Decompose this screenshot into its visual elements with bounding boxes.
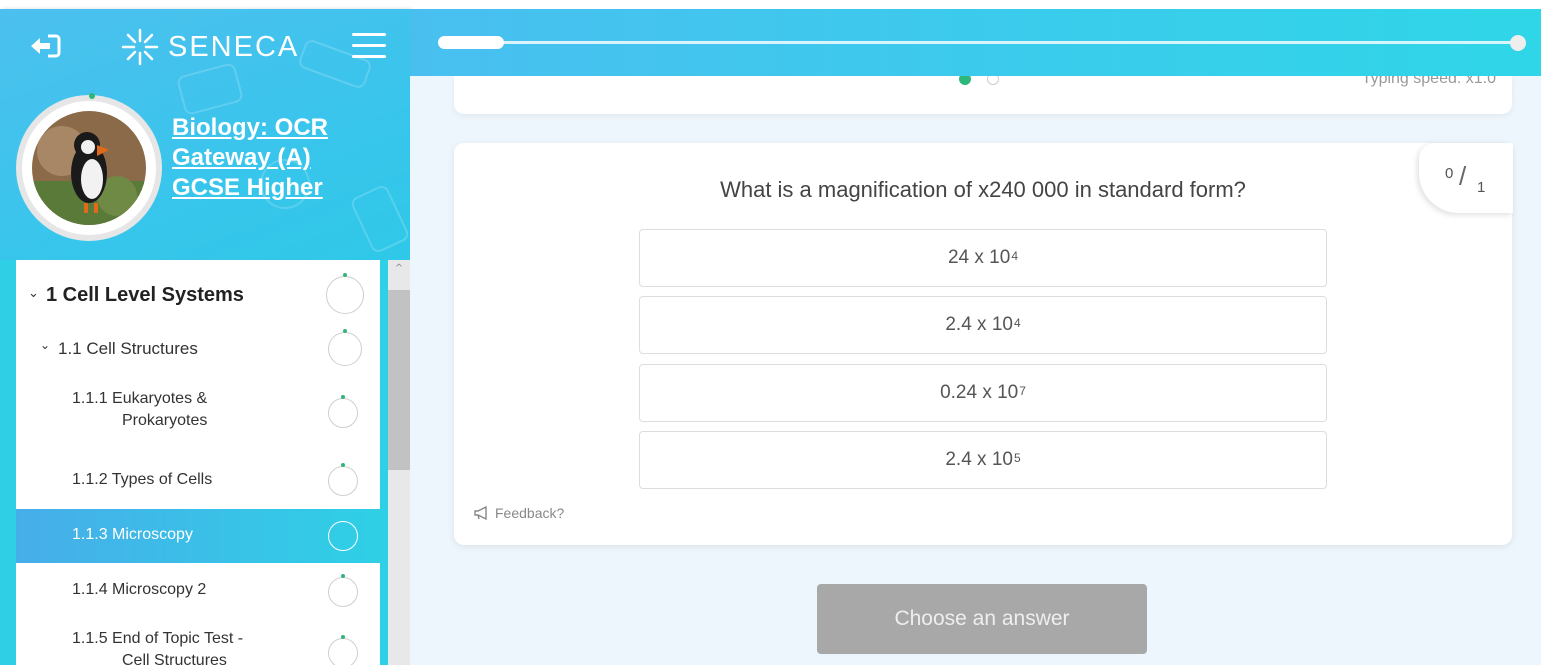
section-label: 1 Cell Level Systems (46, 284, 244, 306)
topic-eukaryotes-prokaryotes[interactable]: 1.1.1 Eukaryotes & Prokaryotes (16, 378, 380, 444)
megaphone-icon (474, 506, 487, 520)
course-avatar (16, 93, 162, 241)
card-pager (959, 76, 999, 85)
section-cell-level-systems[interactable]: ⌄ 1 Cell Level Systems (16, 270, 380, 320)
progress-track (440, 41, 1518, 44)
logo-text: SENECA (168, 30, 300, 63)
session-progress-bar (410, 9, 1541, 76)
sidebar: SENECA Biology: OCR Gateway (A) GCSE Hig… (0, 9, 410, 665)
typing-speed-label[interactable]: Typing speed: x1.0 (1362, 76, 1496, 88)
topic-label: 1.1.3 Microscopy (72, 526, 193, 543)
progress-circle-icon (328, 635, 358, 665)
pager-dot[interactable] (987, 76, 999, 85)
answer-option[interactable]: 2.4 x 10 4 (639, 296, 1327, 354)
background-doodle (175, 61, 245, 117)
sidebar-scrollbar[interactable]: ^ (388, 260, 410, 665)
topic-label: 1.1.1 Eukaryotes & (72, 390, 208, 407)
scrollbar-thumb[interactable] (388, 290, 410, 470)
scroll-up-arrow-icon[interactable]: ^ (393, 263, 405, 275)
progress-circle-icon (328, 521, 358, 551)
exit-button[interactable] (28, 33, 62, 59)
topic-navigation: ⌄ 1 Cell Level Systems ⌄ 1.1 Cell Struct… (0, 260, 410, 665)
answer-option[interactable]: 2.4 x 10 5 (639, 431, 1327, 489)
progress-circle-icon (328, 395, 358, 428)
topic-list: ⌄ 1 Cell Level Systems ⌄ 1.1 Cell Struct… (16, 260, 380, 665)
previous-card: Typing speed: x1.0 (454, 76, 1512, 114)
hamburger-menu-icon (352, 33, 386, 36)
progress-circle-icon (328, 329, 362, 366)
topic-end-of-topic-test[interactable]: 1.1.5 End of Topic Test - Cell Structure… (16, 618, 380, 665)
question-card: 0 / 1 What is a magnification of x240 00… (454, 143, 1513, 545)
progress-circle-icon (326, 273, 364, 314)
topic-label-line2: Prokaryotes (122, 412, 208, 429)
progress-fill (438, 36, 504, 49)
sidebar-header: SENECA Biology: OCR Gateway (A) GCSE Hig… (0, 9, 410, 260)
answer-option[interactable]: 24 x 10 4 (639, 229, 1327, 287)
chevron-down-icon: ⌄ (40, 338, 51, 352)
course-title-link[interactable]: Biology: OCR Gateway (A) GCSE Higher (172, 113, 382, 203)
topic-label-line2: Cell Structures (122, 652, 227, 665)
topic-microscopy-2[interactable]: 1.1.4 Microscopy 2 (16, 565, 380, 615)
back-arrow-icon (31, 34, 61, 58)
chevron-down-icon: ⌄ (28, 286, 39, 301)
topic-label: 1.1.2 Types of Cells (72, 471, 213, 488)
top-strip (0, 0, 1541, 9)
choose-answer-button[interactable]: Choose an answer (817, 584, 1147, 654)
topic-types-of-cells[interactable]: 1.1.2 Types of Cells (16, 456, 380, 506)
feedback-link[interactable]: Feedback? (474, 505, 564, 521)
puffin-image (32, 111, 146, 225)
topic-microscopy-active[interactable]: 1.1.3 Microscopy (16, 509, 380, 563)
progress-circle-icon (328, 463, 358, 496)
main-content: Typing speed: x1.0 0 / 1 What is a magni… (410, 9, 1541, 665)
question-text: What is a magnification of x240 000 in s… (720, 177, 1246, 202)
pager-dot-active[interactable] (959, 76, 971, 85)
topic-label: 1.1.5 End of Topic Test - (72, 630, 244, 647)
progress-end-marker (1510, 35, 1526, 51)
seneca-logo-icon (121, 28, 159, 66)
topic-label: 1.1.4 Microscopy 2 (72, 581, 207, 598)
progress-dot (89, 93, 95, 99)
subsection-cell-structures[interactable]: ⌄ 1.1 Cell Structures (16, 324, 380, 374)
seneca-logo[interactable]: SENECA (120, 27, 299, 67)
answer-option[interactable]: 0.24 x 10 7 (639, 364, 1327, 422)
progress-circle-icon (328, 574, 358, 607)
subsection-label: 1.1 Cell Structures (58, 339, 198, 358)
hamburger-menu-button[interactable] (352, 33, 386, 61)
